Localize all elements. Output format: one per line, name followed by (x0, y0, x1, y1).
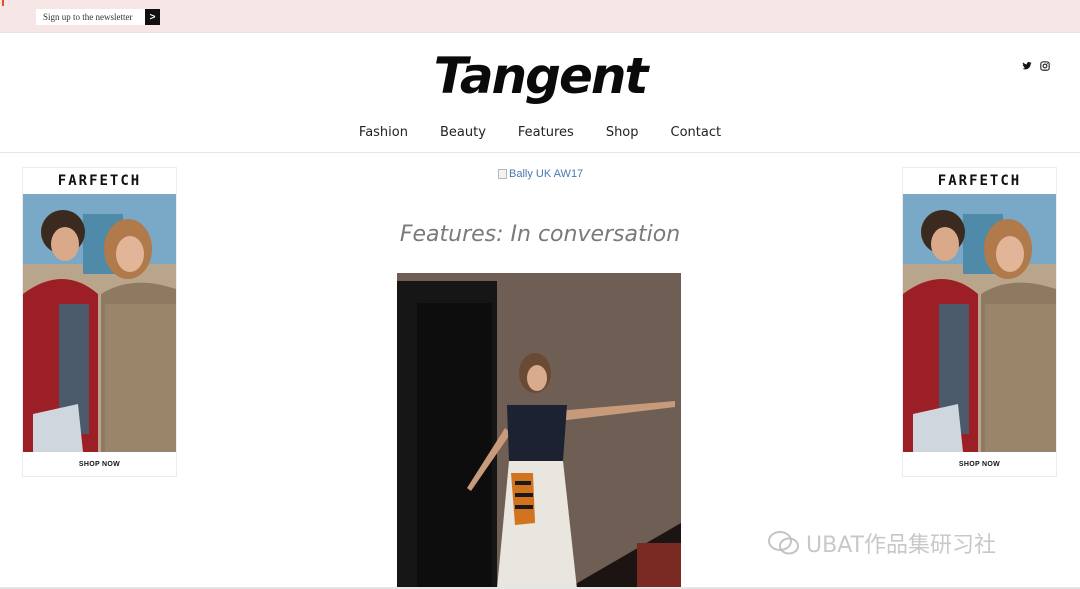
nav-shop[interactable]: Shop (606, 125, 639, 140)
wechat-icon (768, 531, 799, 555)
broken-image-icon (498, 169, 507, 179)
ad-shop-now-button[interactable]: SHOP NOW (23, 452, 176, 476)
ad-brand-logo: FARFETCH (57, 173, 142, 189)
nav-contact[interactable]: Contact (671, 125, 722, 140)
watermark: UBAT作品集研习社 (768, 527, 996, 559)
nav-fashion[interactable]: Fashion (359, 125, 408, 140)
newsletter-input[interactable]: Sign up to the newsletter (36, 9, 145, 25)
banner-alt-text: Bally UK AW17 (509, 168, 584, 180)
banner-image-link[interactable]: Bally UK AW17 (498, 168, 583, 180)
site-logo[interactable]: Tangent (0, 41, 1080, 111)
twitter-icon[interactable] (1022, 58, 1032, 70)
newsletter-form: Sign up to the newsletter > (36, 9, 160, 25)
newsletter-submit-button[interactable]: > (145, 9, 160, 25)
right-ad[interactable]: FARFETCH SHOP NOW (902, 167, 1057, 477)
newsletter-bar: Sign up to the newsletter > (0, 0, 1080, 33)
social-links (1022, 58, 1050, 71)
main-nav: Fashion Beauty Features Shop Contact (0, 125, 1080, 140)
instagram-icon[interactable] (1040, 58, 1050, 71)
watermark-text: UBAT作品集研习社 (806, 533, 996, 558)
page-title: Features: In conversation (399, 222, 681, 247)
ad-shop-now-button[interactable]: SHOP NOW (903, 452, 1056, 476)
site-header: Tangent Fashion Beauty Features Shop Con… (0, 33, 1080, 153)
left-ad[interactable]: FARFETCH SHOP NOW (22, 167, 177, 477)
feature-photo[interactable] (397, 273, 681, 589)
corner-mark (2, 0, 4, 6)
ad-brand-logo: FARFETCH (937, 173, 1022, 189)
nav-beauty[interactable]: Beauty (440, 125, 486, 140)
nav-features[interactable]: Features (518, 125, 574, 140)
